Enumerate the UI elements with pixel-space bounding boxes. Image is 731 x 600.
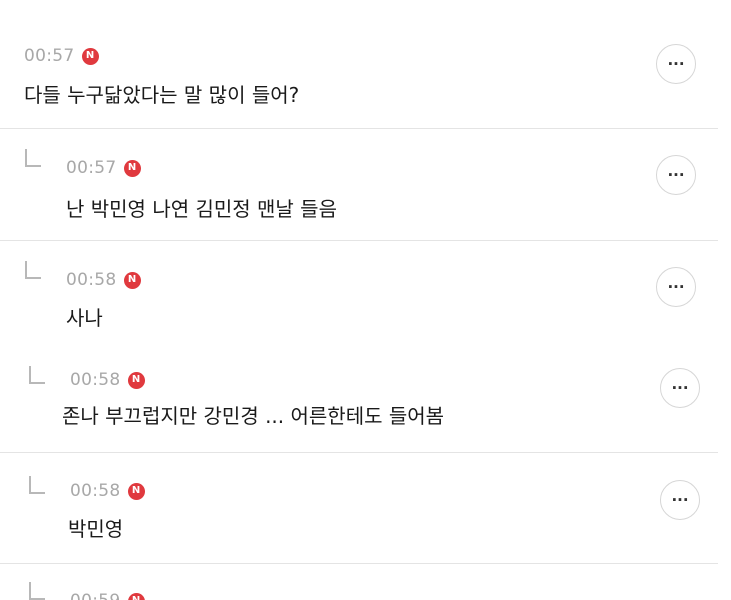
reply-arrow-icon xyxy=(29,476,45,494)
more-options-button[interactable]: ··· xyxy=(660,368,700,408)
comment-text: 난 박민영 나연 김민정 맨날 들음 xyxy=(66,197,337,221)
new-badge-icon: N xyxy=(127,592,145,600)
reply-item: 00:57 N 난 박민영 나연 김민정 맨날 들음 ··· xyxy=(0,129,731,240)
comment-timestamp: 00:58 xyxy=(70,481,121,501)
new-badge-icon: N xyxy=(81,47,99,65)
more-options-button[interactable]: ··· xyxy=(656,44,696,84)
reply-arrow-icon xyxy=(25,261,41,279)
comment-timestamp: 00:57 xyxy=(24,46,75,66)
reply-item: 00:58 N 박민영 ··· xyxy=(0,453,731,563)
reply-item: 00:58 N 사나 ··· xyxy=(0,241,731,339)
comment-text: 존나 부끄럽지만 강민경 ... 어른한테도 들어봄 xyxy=(62,404,445,428)
comment-meta: 00:58 N xyxy=(70,369,145,391)
comment-meta: 00:59 N xyxy=(70,590,145,600)
comment-timestamp: 00:58 xyxy=(66,270,117,290)
comment-text: 다들 누구닮았다는 말 많이 들어? xyxy=(24,83,300,107)
comment-text: 사나 xyxy=(66,306,103,330)
comment-meta: 00:57 N xyxy=(24,45,99,67)
reply-item: 00:59 N xyxy=(0,564,731,600)
new-badge-icon: N xyxy=(123,271,141,289)
comment-text: 박민영 xyxy=(68,517,124,541)
new-badge-icon: N xyxy=(127,371,145,389)
comment-meta: 00:58 N xyxy=(66,269,141,291)
comment-meta: 00:57 N xyxy=(66,157,141,179)
comment-meta: 00:58 N xyxy=(70,480,145,502)
comment-timestamp: 00:57 xyxy=(66,158,117,178)
comment-timestamp: 00:59 xyxy=(70,591,121,600)
more-options-button[interactable]: ··· xyxy=(660,480,700,520)
new-badge-icon: N xyxy=(127,482,145,500)
reply-arrow-icon xyxy=(29,366,45,384)
reply-arrow-icon xyxy=(25,149,41,167)
reply-item: 00:58 N 존나 부끄럽지만 강민경 ... 어른한테도 들어봄 ··· xyxy=(0,339,731,452)
more-options-button[interactable]: ··· xyxy=(656,155,696,195)
comment-thread: 00:57 N 다들 누구닮았다는 말 많이 들어? ··· 00:57 N 난… xyxy=(0,0,731,600)
reply-arrow-icon xyxy=(29,582,45,600)
new-badge-icon: N xyxy=(123,159,141,177)
comment-timestamp: 00:58 xyxy=(70,370,121,390)
comment-item: 00:57 N 다들 누구닮았다는 말 많이 들어? ··· xyxy=(0,0,731,128)
more-options-button[interactable]: ··· xyxy=(656,267,696,307)
